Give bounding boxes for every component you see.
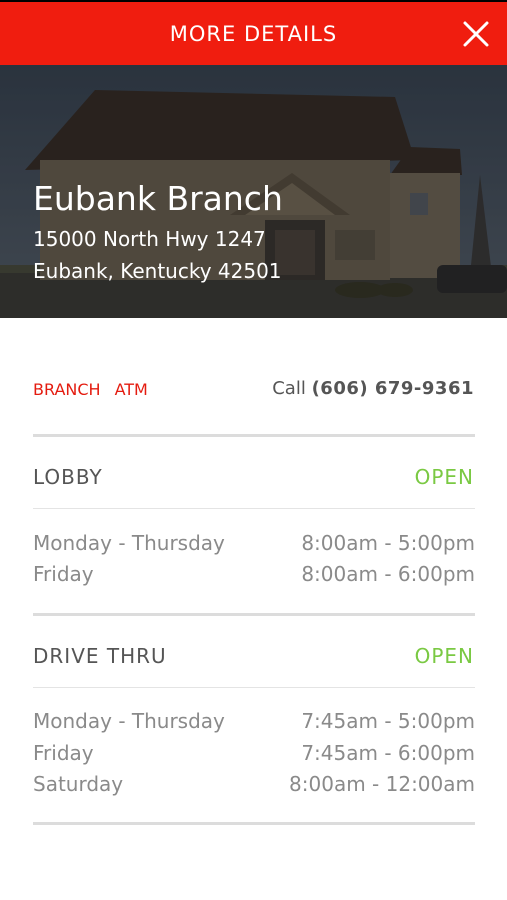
divider: [33, 613, 475, 616]
tab-atm[interactable]: ATM: [115, 380, 148, 399]
hours-day: Friday: [33, 562, 94, 586]
lobby-hours-row: Friday 8:00am - 6:00pm: [33, 562, 475, 586]
branch-hero: Eubank Branch 15000 North Hwy 1247 Euban…: [0, 65, 507, 318]
hours-day: Monday - Thursday: [33, 531, 225, 555]
service-tabs: BRANCH ATM: [33, 380, 148, 399]
call-phone-link[interactable]: Call (606) 679-9361: [272, 378, 474, 399]
hours-time: 7:45am - 5:00pm: [301, 709, 475, 733]
divider: [33, 687, 475, 688]
tab-branch[interactable]: BRANCH: [33, 380, 101, 399]
drive-thru-hours-row: Monday - Thursday 7:45am - 5:00pm: [33, 709, 475, 733]
branch-address-line1: 15000 North Hwy 1247: [33, 227, 266, 251]
hours-day: Friday: [33, 741, 94, 765]
close-icon: [463, 21, 489, 47]
hours-time: 7:45am - 6:00pm: [301, 741, 475, 765]
lobby-title: LOBBY: [33, 465, 103, 489]
hours-day: Monday - Thursday: [33, 709, 225, 733]
close-button[interactable]: [461, 19, 491, 49]
divider: [33, 434, 475, 437]
page-title: MORE DETAILS: [169, 21, 338, 46]
branch-details-screen: MORE DETAILS Eubank Branch 15000 North H…: [0, 0, 507, 900]
call-label: Call: [272, 378, 306, 399]
drive-thru-hours-row: Friday 7:45am - 6:00pm: [33, 741, 475, 765]
phone-number: (606) 679-9361: [311, 378, 474, 399]
hours-time: 8:00am - 6:00pm: [301, 562, 475, 586]
hours-time: 8:00am - 12:00am: [289, 772, 475, 796]
drive-thru-hours-row: Saturday 8:00am - 12:00am: [33, 772, 475, 796]
branch-name: Eubank Branch: [33, 179, 283, 218]
divider: [33, 822, 475, 825]
drive-thru-title: DRIVE THRU: [33, 644, 167, 668]
hours-day: Saturday: [33, 772, 124, 796]
branch-address-line2: Eubank, Kentucky 42501: [33, 259, 282, 283]
drive-thru-status-badge: OPEN: [414, 644, 474, 668]
divider: [33, 508, 475, 509]
lobby-status-badge: OPEN: [414, 465, 474, 489]
lobby-hours-row: Monday - Thursday 8:00am - 5:00pm: [33, 531, 475, 555]
hours-time: 8:00am - 5:00pm: [301, 531, 475, 555]
header-bar: MORE DETAILS: [0, 2, 507, 65]
